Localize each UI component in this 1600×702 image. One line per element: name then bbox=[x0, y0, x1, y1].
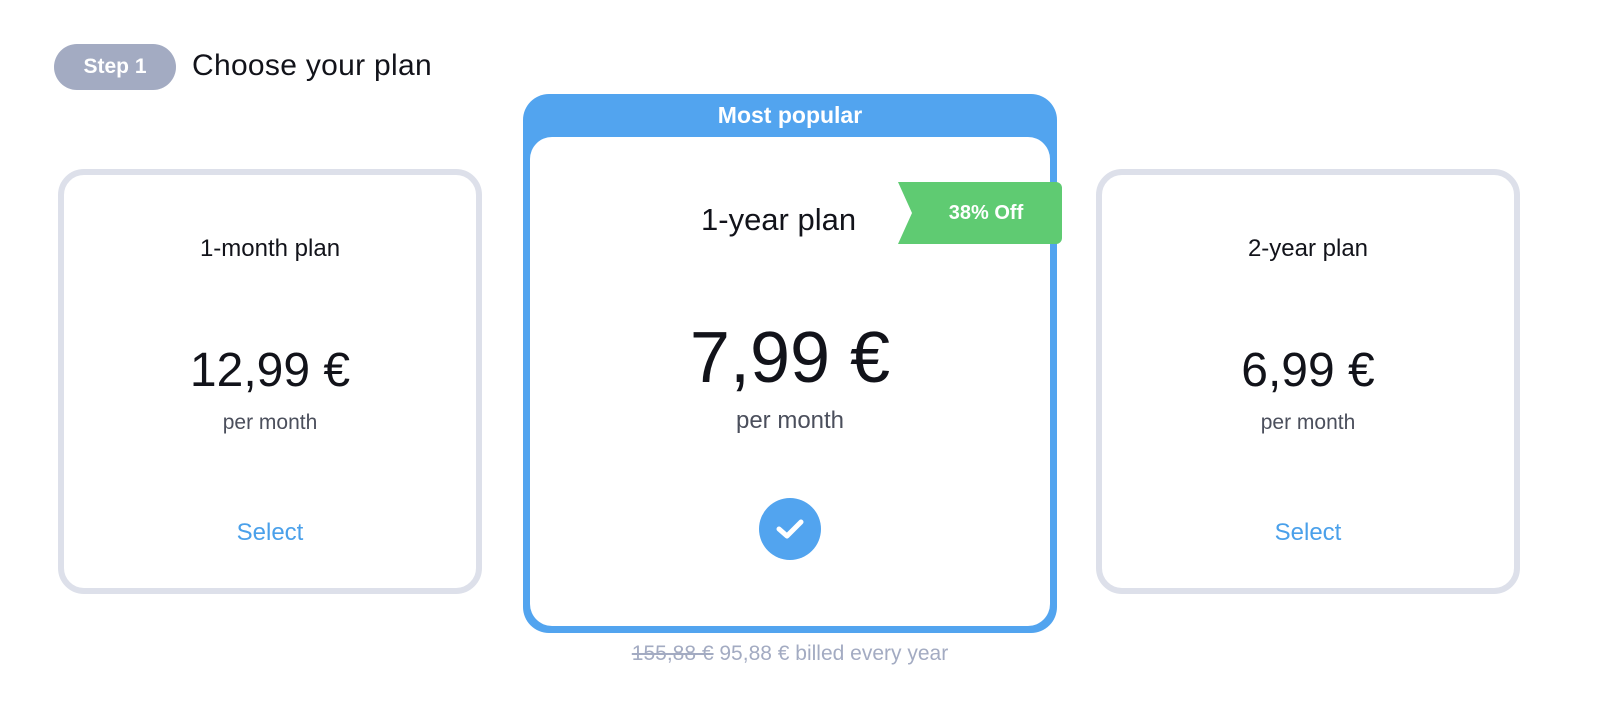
plan-period: per month bbox=[735, 407, 845, 434]
page-title: Choose your plan bbox=[192, 49, 432, 82]
plan-period: per month bbox=[222, 411, 318, 434]
old-price: 155,88 € bbox=[631, 642, 714, 665]
billing-suffix: billed every year bbox=[795, 642, 949, 665]
plan-price: 6,99 € bbox=[1241, 344, 1375, 397]
plan-card-2-year[interactable]: 2-year plan 6,99 € per month Select bbox=[1096, 169, 1520, 594]
plan-card-1-year[interactable]: Most popular 1-year plan 7,99 € per mont… bbox=[523, 94, 1057, 633]
plan-name: 1-year plan bbox=[701, 202, 857, 237]
plan-card-1-month[interactable]: 1-month plan 12,99 € per month Select bbox=[58, 169, 482, 594]
most-popular-label: Most popular bbox=[717, 102, 863, 128]
plan-price: 12,99 € bbox=[189, 344, 351, 397]
new-price: 95,88 € bbox=[719, 642, 790, 665]
check-icon bbox=[776, 519, 804, 539]
plan-period: per month bbox=[1260, 411, 1356, 434]
billing-note: 155,88 € 95,88 € billed every year bbox=[0, 642, 1580, 666]
selected-check-button[interactable] bbox=[759, 498, 821, 560]
plan-name: 2-year plan bbox=[1247, 235, 1369, 262]
plan-name: 1-month plan bbox=[199, 235, 341, 262]
step-badge: Step 1 bbox=[54, 44, 176, 90]
discount-badge: 38% Off bbox=[898, 182, 1062, 244]
select-button-1-month[interactable]: Select bbox=[223, 515, 318, 551]
select-button-2-year[interactable]: Select bbox=[1261, 515, 1356, 551]
plan-price: 7,99 € bbox=[689, 318, 891, 398]
